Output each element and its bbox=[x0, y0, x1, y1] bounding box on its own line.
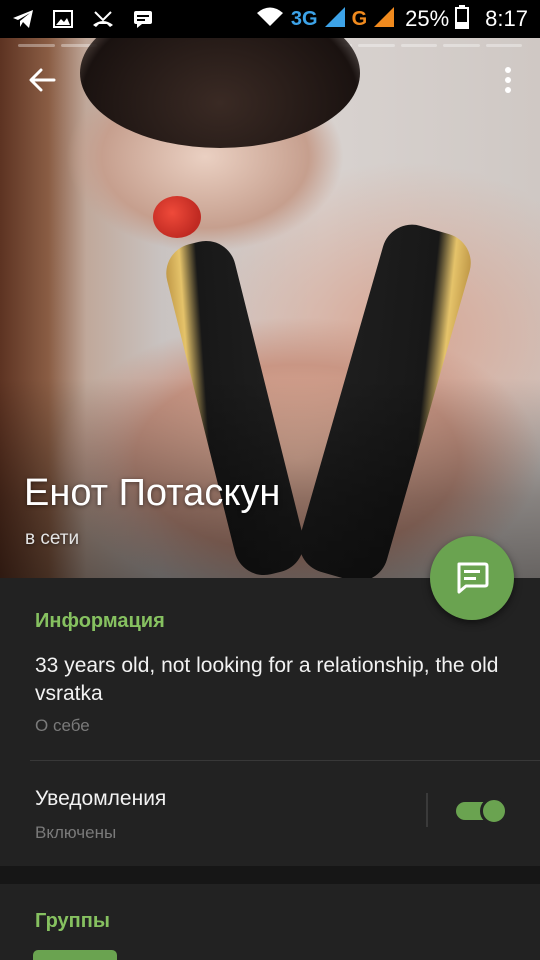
story-segment bbox=[443, 44, 480, 47]
message-icon bbox=[457, 562, 489, 594]
story-segment bbox=[358, 44, 395, 47]
battery-level: 25% bbox=[405, 6, 450, 31]
vertical-separator bbox=[426, 793, 428, 827]
missed-call-icon bbox=[92, 10, 114, 28]
groups-section: Группы bbox=[0, 884, 540, 960]
about-label: О себе bbox=[35, 716, 90, 735]
story-segment bbox=[485, 44, 522, 47]
notifications-title: Уведомления bbox=[35, 787, 167, 810]
wifi-icon bbox=[255, 6, 285, 33]
profile-name: Енот Потаскун bbox=[24, 472, 281, 514]
groups-section-title: Группы bbox=[35, 910, 110, 932]
profile-screen: 3G G 25% 8:17 Енот Потаскун в сети Инфор… bbox=[0, 0, 540, 960]
notifications-toggle[interactable] bbox=[456, 797, 508, 825]
status-notification-icons bbox=[12, 10, 154, 28]
info-section-title: Информация bbox=[35, 610, 165, 632]
story-segment bbox=[400, 44, 437, 47]
chat-icon bbox=[132, 10, 154, 28]
image-icon bbox=[52, 10, 74, 28]
photo-hair-shape bbox=[80, 38, 360, 148]
send-message-button[interactable] bbox=[430, 536, 514, 620]
telegram-icon bbox=[12, 10, 34, 28]
network-g-label: G bbox=[351, 7, 368, 30]
notifications-state: Включены bbox=[35, 823, 117, 842]
more-vertical-icon bbox=[505, 67, 511, 93]
groups-item-accent[interactable] bbox=[33, 950, 117, 960]
signal-g-icon bbox=[373, 6, 395, 33]
more-menu-button[interactable] bbox=[498, 62, 518, 98]
section-gap bbox=[0, 866, 540, 884]
notifications-row[interactable]: Уведомления Включены bbox=[0, 761, 540, 866]
arrow-left-icon bbox=[29, 68, 56, 92]
network-3g-label: 3G bbox=[290, 7, 318, 30]
status-bar: 3G G 25% 8:17 bbox=[0, 0, 540, 38]
battery-icon bbox=[455, 4, 470, 34]
story-segment bbox=[18, 44, 55, 47]
signal-3g-icon bbox=[324, 6, 346, 33]
toggle-thumb bbox=[480, 797, 508, 825]
about-text[interactable]: 33 years old, not looking for a relation… bbox=[35, 652, 515, 708]
status-system-info: 3G G 25% 8:17 bbox=[255, 4, 528, 34]
back-button[interactable] bbox=[26, 64, 58, 96]
info-section: Информация 33 years old, not looking for… bbox=[0, 578, 540, 866]
online-status: в сети bbox=[25, 528, 80, 549]
photo-lips bbox=[153, 196, 201, 238]
clock: 8:17 bbox=[485, 6, 528, 31]
